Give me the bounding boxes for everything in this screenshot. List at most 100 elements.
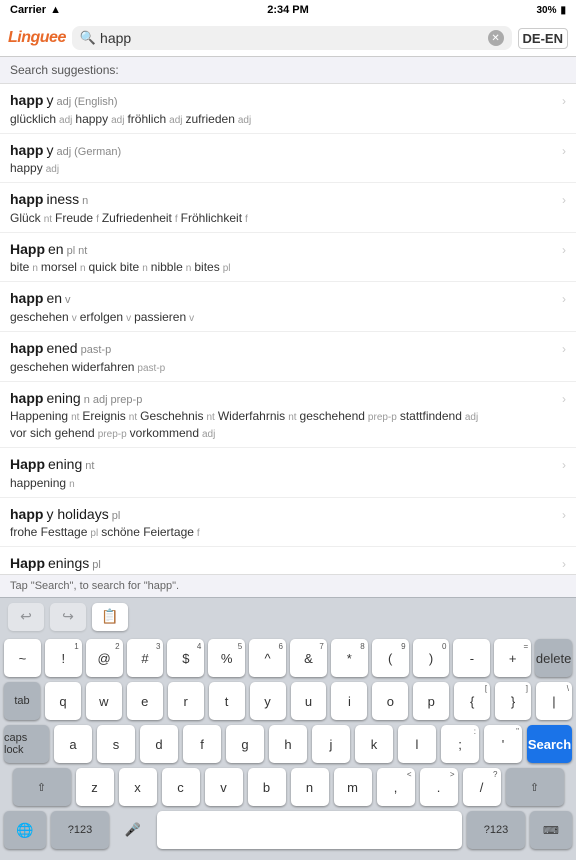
- key-s[interactable]: s: [97, 725, 135, 763]
- key-hash[interactable]: #3: [127, 639, 164, 677]
- title-pos: n: [84, 393, 90, 408]
- undo-button[interactable]: ↩: [8, 603, 44, 631]
- result-item-6[interactable]: happenedpast-pgeschehenwiderfahrenpast-p…: [0, 332, 576, 382]
- key-c[interactable]: c: [162, 768, 200, 806]
- result-subtitle: GlückntFreudefZufriedenheitfFröhlichkeit…: [10, 211, 556, 225]
- key-at[interactable]: @2: [86, 639, 123, 677]
- keyboard-icon-key[interactable]: ⌨: [530, 811, 572, 849]
- key-a[interactable]: a: [54, 725, 92, 763]
- title-bold: happ: [10, 389, 43, 409]
- key-semicolon[interactable]: ;:: [441, 725, 479, 763]
- key-i[interactable]: i: [331, 682, 367, 720]
- carrier-text: Carrier: [10, 4, 46, 16]
- redo-button[interactable]: ↪: [50, 603, 86, 631]
- key-p[interactable]: p: [413, 682, 449, 720]
- key-g[interactable]: g: [226, 725, 264, 763]
- key-tilde[interactable]: ~: [4, 639, 41, 677]
- key-y[interactable]: y: [250, 682, 286, 720]
- key-period[interactable]: .>: [420, 768, 458, 806]
- search-input-wrap[interactable]: 🔍 happ ✕: [72, 26, 512, 50]
- key-lparen[interactable]: (9: [372, 639, 409, 677]
- key-e[interactable]: e: [127, 682, 163, 720]
- key-r[interactable]: r: [168, 682, 204, 720]
- result-item-10[interactable]: Happeningsplhappeningsn›: [0, 547, 576, 574]
- key-percent[interactable]: %5: [208, 639, 245, 677]
- result-item-2[interactable]: happyadj(German)happyadj›: [0, 134, 576, 184]
- language-selector[interactable]: DE-EN: [518, 28, 568, 49]
- result-arrow: ›: [562, 557, 566, 571]
- key-b[interactable]: b: [248, 768, 286, 806]
- key-pipe[interactable]: |\: [536, 682, 572, 720]
- key-amp[interactable]: &7: [290, 639, 327, 677]
- result-content: happinessnGlückntFreudefZufriedenheitfFr…: [10, 190, 556, 225]
- mic-key[interactable]: 🎤: [114, 811, 152, 849]
- key-q[interactable]: q: [45, 682, 81, 720]
- key-h[interactable]: h: [269, 725, 307, 763]
- title-normal: ening: [48, 455, 82, 475]
- key-rbrace[interactable]: }]: [495, 682, 531, 720]
- key-star[interactable]: *8: [331, 639, 368, 677]
- result-item-3[interactable]: happinessnGlückntFreudefZufriedenheitfFr…: [0, 183, 576, 233]
- space-key[interactable]: [157, 811, 462, 849]
- key-x[interactable]: x: [119, 768, 157, 806]
- search-clear-button[interactable]: ✕: [488, 30, 504, 46]
- tab-key[interactable]: tab: [4, 682, 40, 720]
- subtitle-pos: nt: [206, 412, 214, 423]
- key-f[interactable]: f: [183, 725, 221, 763]
- key-z[interactable]: z: [76, 768, 114, 806]
- paste-button[interactable]: 📋: [92, 603, 128, 631]
- result-subtitle: geschehenverfolgenvpassierenv: [10, 310, 556, 324]
- result-title: Happeningnt: [10, 455, 556, 475]
- search-input[interactable]: happ: [100, 30, 484, 46]
- result-arrow: ›: [562, 458, 566, 472]
- key-slash[interactable]: /?: [463, 768, 501, 806]
- key-j[interactable]: j: [312, 725, 350, 763]
- result-subtitle: bitenmorselnquick bitennibblenbitespl: [10, 260, 556, 274]
- result-item-1[interactable]: happyadj(English)glücklichadjhappyadjfrö…: [0, 84, 576, 134]
- result-item-9[interactable]: happy holidaysplfrohe Festtageplschöne F…: [0, 498, 576, 548]
- key-n[interactable]: n: [291, 768, 329, 806]
- key-l[interactable]: l: [398, 725, 436, 763]
- result-arrow: ›: [562, 392, 566, 406]
- bottom-row: 🌐 ?123 🎤 ?123 ⌨: [4, 811, 572, 849]
- subtitle-pos: n: [142, 263, 148, 274]
- key-caret[interactable]: ^6: [249, 639, 286, 677]
- key-k[interactable]: k: [355, 725, 393, 763]
- key-d[interactable]: d: [140, 725, 178, 763]
- search-key[interactable]: Search: [527, 725, 572, 763]
- number-row: ~ !1 @2 #3 $4 %5 ^6 &7 *8 (9 )0 - += del…: [4, 639, 572, 677]
- left-shift-key[interactable]: ⇧: [13, 768, 71, 806]
- key-lbrace[interactable]: {[: [454, 682, 490, 720]
- app-logo[interactable]: Linguee: [8, 29, 66, 47]
- key-comma[interactable]: ,<: [377, 768, 415, 806]
- right-shift-key[interactable]: ⇧: [506, 768, 564, 806]
- zxcv-row: ⇧ z x c v b n m ,< .> /? ⇧: [4, 768, 572, 806]
- title-normal: y holidays: [46, 505, 108, 525]
- result-item-7[interactable]: happeningnadjprep-pHappeningntEreignisnt…: [0, 382, 576, 449]
- caps-lock-key[interactable]: caps lock: [4, 725, 49, 763]
- subtitle-word: schöne Feiertage: [101, 525, 194, 539]
- result-item-4[interactable]: Happenplntbitenmorselnquick bitennibblen…: [0, 233, 576, 283]
- result-item-5[interactable]: happenvgeschehenverfolgenvpassierenv›: [0, 282, 576, 332]
- result-item-8[interactable]: Happeningnthappeningn›: [0, 448, 576, 498]
- title-bold: Happ: [10, 554, 45, 574]
- key-plus[interactable]: +=: [494, 639, 531, 677]
- title-bold: Happ: [10, 455, 45, 475]
- sym1-key[interactable]: ?123: [51, 811, 109, 849]
- key-rparen[interactable]: )0: [413, 639, 450, 677]
- key-v[interactable]: v: [205, 768, 243, 806]
- key-quote[interactable]: '": [484, 725, 522, 763]
- key-dollar[interactable]: $4: [167, 639, 204, 677]
- key-u[interactable]: u: [291, 682, 327, 720]
- globe-key[interactable]: 🌐: [4, 811, 46, 849]
- sym2-key[interactable]: ?123: [467, 811, 525, 849]
- subtitle-word: geschehen: [10, 360, 69, 374]
- key-excl[interactable]: !1: [45, 639, 82, 677]
- subtitle-pos: v: [126, 313, 131, 324]
- key-o[interactable]: o: [372, 682, 408, 720]
- key-w[interactable]: w: [86, 682, 122, 720]
- key-m[interactable]: m: [334, 768, 372, 806]
- key-minus[interactable]: -: [453, 639, 490, 677]
- delete-key[interactable]: delete: [535, 639, 572, 677]
- key-t[interactable]: t: [209, 682, 245, 720]
